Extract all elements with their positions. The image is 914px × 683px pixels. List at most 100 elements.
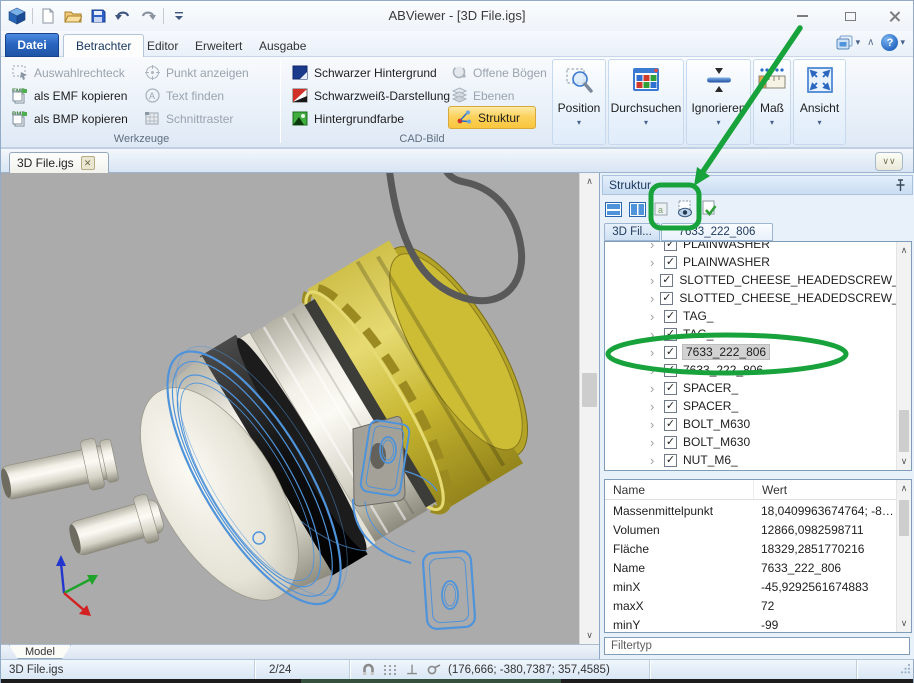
schnittraster-button[interactable]: Schnittraster — [141, 108, 236, 129]
filter-type-field[interactable]: Filtertyp — [604, 637, 910, 655]
scroll-down-icon[interactable]: ∨ — [897, 453, 911, 470]
punkt-anzeigen-button[interactable]: Punkt anzeigen — [141, 62, 252, 83]
expand-chevron-icon[interactable]: › — [650, 309, 658, 324]
visibility-checkbox[interactable]: ✓ — [664, 328, 677, 341]
tab-betrachter[interactable]: Betrachter — [63, 34, 144, 57]
tree-item[interactable]: ›✓7633_222_806 — [605, 343, 896, 361]
schwarzer-hintergrund-button[interactable]: Schwarzer Hintergrund — [289, 62, 440, 83]
help-button[interactable]: ? ▾ — [881, 34, 905, 51]
tab-erweitert[interactable]: Erweitert — [183, 34, 254, 57]
switch-window-button[interactable]: ▾ — [836, 35, 861, 50]
minimize-button[interactable] — [787, 7, 817, 25]
text-finden-button[interactable]: A Text finden — [141, 85, 227, 106]
mass-button[interactable]: Maß ▾ — [753, 59, 791, 145]
grid-snap-icon[interactable] — [382, 662, 398, 678]
visibility-checkbox[interactable]: ✓ — [664, 436, 677, 449]
structure-panel-header[interactable]: Struktur — [602, 175, 913, 195]
collapse-ribbon-button[interactable]: ∧ — [867, 37, 874, 48]
property-scrollbar[interactable]: ∧ ∨ — [896, 480, 911, 632]
tree-item[interactable]: ›✓7633_222_806 — [605, 361, 896, 379]
maximize-button[interactable] — [835, 7, 865, 25]
visibility-checkbox[interactable]: ✓ — [660, 274, 673, 287]
visibility-checkbox[interactable]: ✓ — [664, 418, 677, 431]
expand-chevron-icon[interactable]: › — [650, 399, 658, 414]
tree-item[interactable]: ›✓SPACER_ — [605, 379, 896, 397]
scroll-down-icon[interactable]: ∨ — [580, 627, 599, 644]
structure-tab-part[interactable]: 7633_222_806 — [661, 223, 773, 241]
visibility-checkbox[interactable]: ✓ — [664, 241, 677, 251]
expand-chevron-icon[interactable]: › — [650, 291, 654, 306]
close-tab-icon[interactable]: ✕ — [81, 156, 95, 170]
scroll-down-icon[interactable]: ∨ — [897, 615, 911, 632]
document-tab[interactable]: 3D File.igs ✕ — [9, 152, 109, 173]
visibility-checkbox[interactable]: ✓ — [664, 382, 677, 395]
tab-ausgabe[interactable]: Ausgabe — [247, 34, 318, 57]
tree-item[interactable]: ›✓TAG_ — [605, 325, 896, 343]
split-horizontal-button[interactable] — [604, 200, 622, 218]
split-vertical-button[interactable] — [628, 200, 646, 218]
scroll-up-icon[interactable]: ∧ — [580, 173, 599, 190]
schwarzweiss-button[interactable]: Schwarzweiß-Darstellung — [289, 85, 453, 106]
sort-button[interactable]: a — [652, 200, 670, 218]
expand-chevron-icon[interactable]: › — [650, 241, 658, 252]
struktur-toggle-button[interactable]: Struktur — [448, 106, 536, 129]
scroll-thumb[interactable] — [582, 373, 597, 407]
scroll-thumb[interactable] — [899, 500, 909, 536]
durchsuchen-button[interactable]: Durchsuchen ▾ — [608, 59, 684, 145]
tab-overflow-button[interactable]: ∨∨ — [875, 152, 903, 171]
structure-tab-file[interactable]: 3D Fil... — [604, 223, 660, 241]
visibility-checkbox[interactable]: ✓ — [664, 256, 677, 269]
tree-item[interactable]: ›✓SLOTTED_CHEESE_HEADEDSCREW_ — [605, 289, 896, 307]
tree-item[interactable]: ›✓PLAINWASHER — [605, 241, 896, 253]
draw-mode-icon[interactable] — [426, 662, 442, 678]
copy-as-bmp-button[interactable]: BMP als BMP kopieren — [9, 108, 131, 129]
visibility-checkbox[interactable]: ✓ — [664, 310, 677, 323]
show-hide-element-button[interactable] — [676, 200, 694, 218]
expand-chevron-icon[interactable]: › — [650, 417, 658, 432]
viewport-3d[interactable] — [1, 173, 579, 644]
close-button[interactable] — [879, 7, 909, 25]
ebenen-button[interactable]: Ebenen — [448, 85, 517, 106]
ignorieren-button[interactable]: Ignorieren ▾ — [686, 59, 751, 145]
visibility-checkbox[interactable]: ✓ — [664, 454, 677, 467]
scroll-thumb[interactable] — [899, 410, 909, 452]
tree-item[interactable]: ›✓BOLT_M630 — [605, 415, 896, 433]
expand-chevron-icon[interactable]: › — [650, 363, 658, 378]
tree-item[interactable]: ›✓SLOTTED_CHEESE_HEADEDSCREW_ — [605, 271, 896, 289]
model-tab[interactable]: Model — [9, 645, 71, 659]
visibility-checkbox[interactable]: ✓ — [660, 292, 673, 305]
auswahlrechteck-button[interactable]: Auswahlrechteck — [9, 62, 128, 83]
scroll-up-icon[interactable]: ∧ — [897, 242, 911, 259]
ortho-mode-icon[interactable]: ⊥ — [404, 662, 420, 678]
big-button-label: Maß — [760, 101, 784, 115]
snap-magnet-icon[interactable] — [360, 662, 376, 678]
file-menu-button[interactable]: Datei — [5, 33, 59, 57]
copy-as-emf-button[interactable]: EMF als EMF kopieren — [9, 85, 130, 106]
pin-icon[interactable] — [895, 179, 906, 195]
position-button[interactable]: Position ▾ — [552, 59, 606, 145]
ansicht-button[interactable]: Ansicht ▾ — [793, 59, 846, 145]
expand-chevron-icon[interactable]: › — [650, 273, 654, 288]
check-element-button[interactable] — [700, 200, 718, 218]
visibility-checkbox[interactable]: ✓ — [664, 400, 677, 413]
tree-scrollbar[interactable]: ∧ ∨ — [896, 242, 911, 470]
hintergrundfarbe-button[interactable]: Hintergrundfarbe — [289, 108, 407, 129]
tree-item[interactable]: ›✓NUT_M6_ — [605, 451, 896, 469]
scroll-up-icon[interactable]: ∧ — [897, 480, 911, 497]
expand-chevron-icon[interactable]: › — [650, 345, 658, 360]
expand-chevron-icon[interactable]: › — [650, 327, 658, 342]
visibility-checkbox[interactable]: ✓ — [664, 364, 677, 377]
offene-boegen-button[interactable]: Offene Bögen — [448, 62, 550, 83]
tree-item[interactable]: ›✓BOLT_M630 — [605, 433, 896, 451]
expand-chevron-icon[interactable]: › — [650, 453, 658, 468]
expand-chevron-icon[interactable]: › — [650, 255, 658, 270]
tree-item[interactable]: ›✓PLAINWASHER — [605, 253, 896, 271]
property-name: Volumen — [605, 523, 753, 537]
viewport-scrollbar[interactable]: ∧ ∨ — [579, 173, 599, 644]
resize-grip[interactable] — [900, 663, 911, 677]
expand-chevron-icon[interactable]: › — [650, 381, 658, 396]
expand-chevron-icon[interactable]: › — [650, 435, 658, 450]
tree-item[interactable]: ›✓SPACER_ — [605, 397, 896, 415]
visibility-checkbox[interactable]: ✓ — [664, 346, 677, 359]
tree-item[interactable]: ›✓TAG_ — [605, 307, 896, 325]
